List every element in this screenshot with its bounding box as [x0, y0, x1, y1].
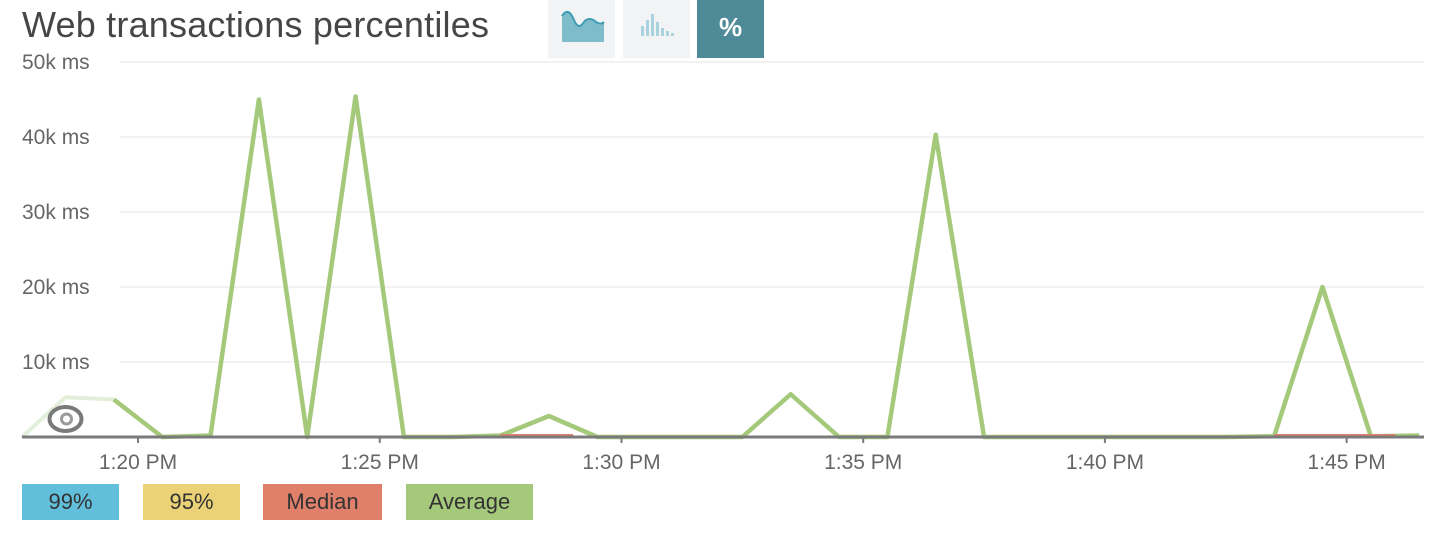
- legend-item-average[interactable]: Average: [406, 484, 533, 520]
- histogram-icon: [641, 14, 674, 36]
- chart-plot[interactable]: 50k ms 40k ms 30k ms 20k ms 10k ms 1:20 PM 1:2…: [0, 0, 1438, 542]
- y-tick-label: 30k ms: [22, 201, 90, 224]
- chart-title: Web transactions percentiles: [22, 4, 490, 45]
- area-chart-icon: [561, 10, 605, 42]
- x-tick-label: 1:40 PM: [1066, 451, 1144, 474]
- y-tick-label: 50k ms: [22, 51, 90, 74]
- x-tick-label: 1:20 PM: [99, 451, 177, 474]
- percent-icon: %: [718, 12, 743, 42]
- area-chart-button[interactable]: [548, 0, 615, 58]
- x-tick-label: 1:25 PM: [341, 451, 419, 474]
- legend-item-95[interactable]: 95%: [143, 484, 240, 520]
- range-handle-icon[interactable]: [47, 405, 84, 433]
- y-tick-label: 40k ms: [22, 126, 90, 149]
- legend-item-99[interactable]: 99%: [22, 484, 119, 520]
- x-tick-label: 1:30 PM: [582, 451, 660, 474]
- legend-item-median[interactable]: Median: [263, 484, 382, 520]
- y-tick-label: 20k ms: [22, 276, 90, 299]
- series-average-line: [112, 94, 1420, 440]
- x-tick-label: 1:35 PM: [824, 451, 902, 474]
- percentile-button[interactable]: %: [697, 0, 764, 58]
- y-tick-label: 10k ms: [22, 351, 90, 374]
- histogram-button[interactable]: [623, 0, 690, 58]
- x-tick-label: 1:45 PM: [1308, 451, 1386, 474]
